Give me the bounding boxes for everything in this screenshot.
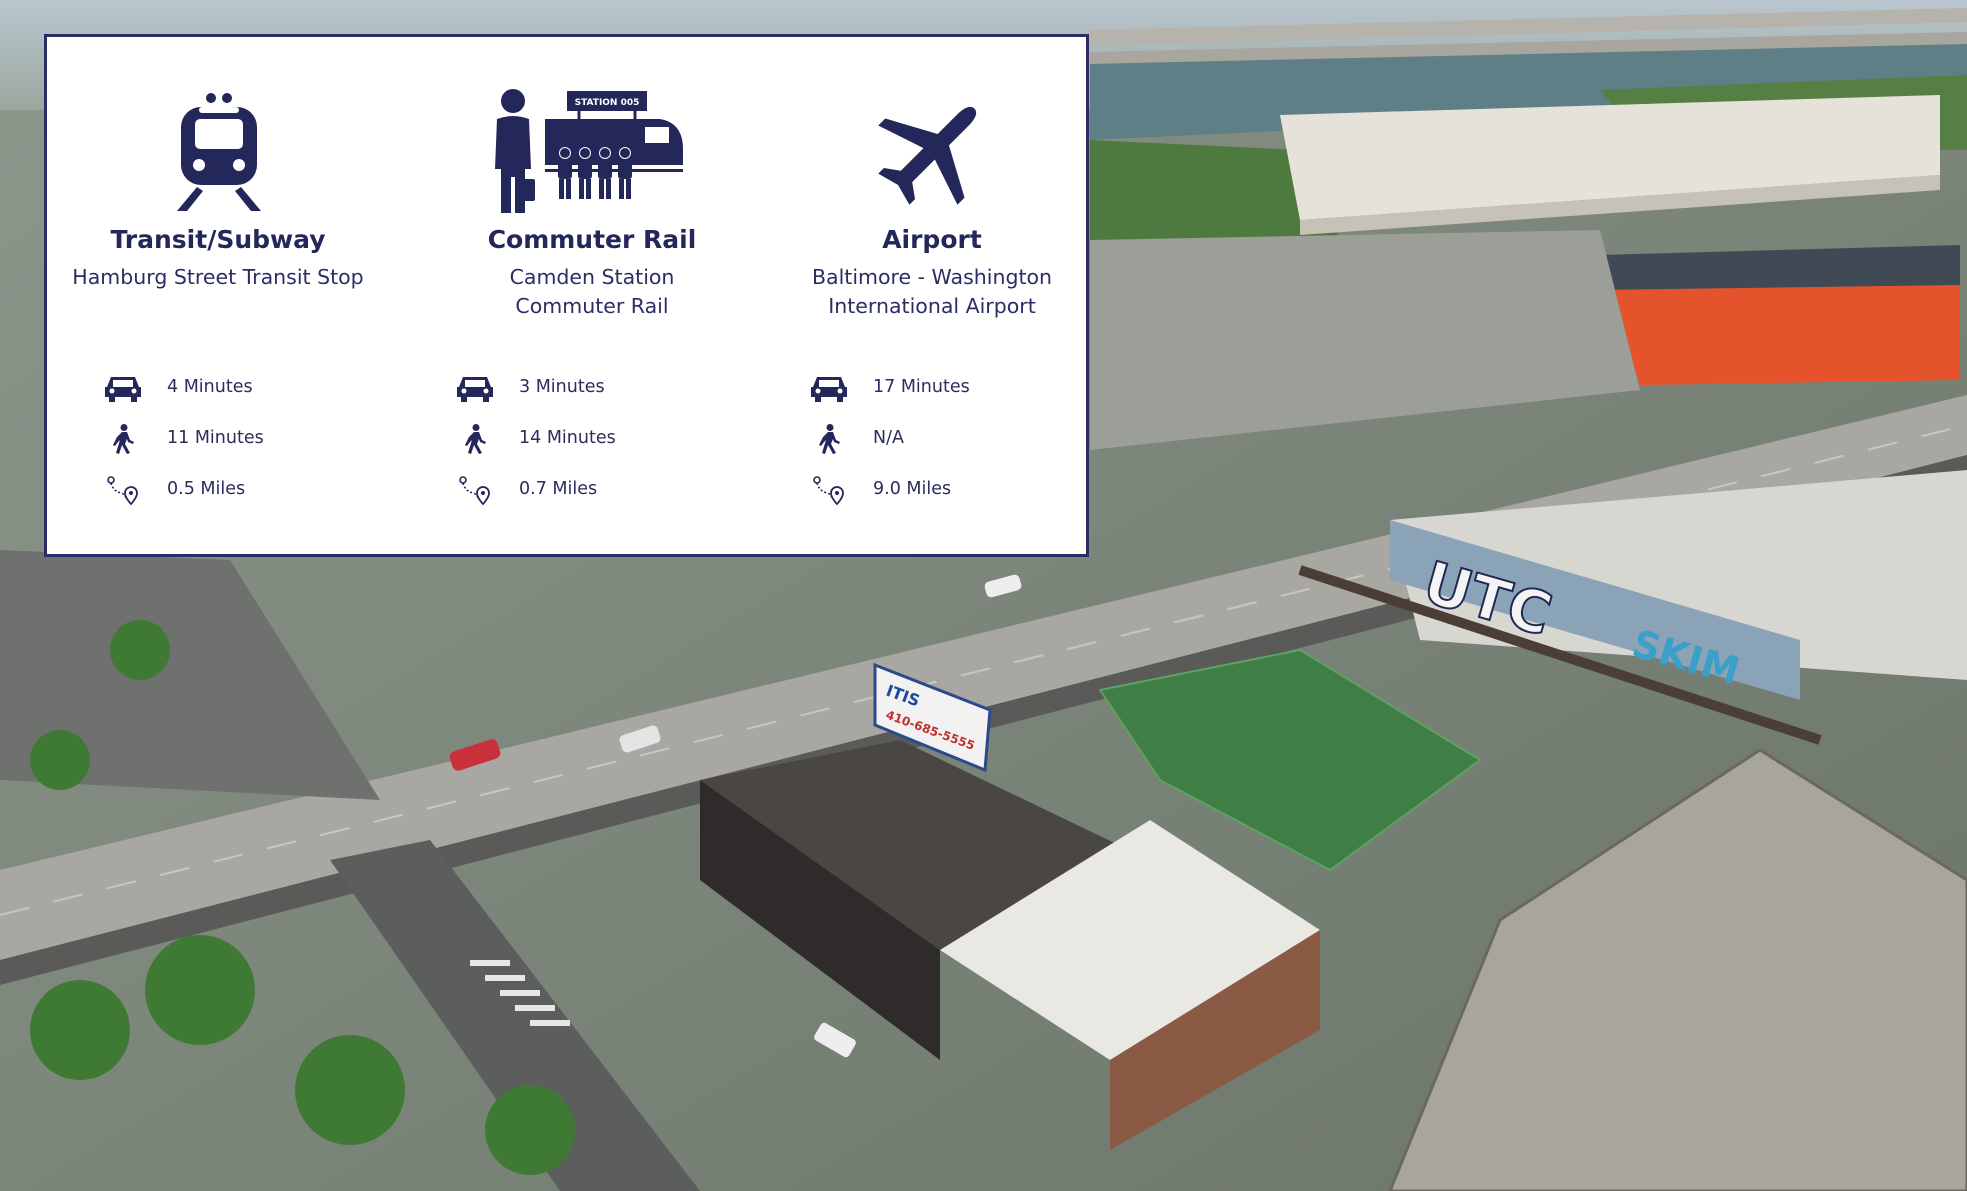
airport-distance: 9.0 Miles	[873, 479, 952, 499]
station-sign-text: STATION 005	[575, 98, 640, 108]
transit-column: Transit/Subway Hamburg Street Transit St…	[53, 37, 383, 554]
transit-title: Transit/Subway	[110, 225, 326, 254]
walking-person-icon	[819, 424, 840, 454]
rail-distance: 0.7 Miles	[519, 479, 598, 499]
airport-title: Airport	[882, 225, 982, 254]
transit-distance: 0.5 Miles	[167, 479, 246, 499]
commuter-rail-subtitle: Camden Station Commuter Rail	[509, 265, 675, 318]
walking-person-icon	[113, 424, 134, 454]
rail-drive-time: 3 Minutes	[519, 377, 605, 397]
rail-walk-time: 14 Minutes	[519, 428, 616, 448]
airport-walk-time: N/A	[873, 428, 904, 448]
airplane-icon	[878, 106, 977, 205]
route-distance-icon	[107, 476, 138, 505]
commuter-rail-column: STATION 005 Commuter Rail Camden Station…	[427, 37, 757, 554]
car-icon	[811, 377, 847, 402]
car-icon	[105, 377, 141, 402]
airport-column: Airport Baltimore - Washington Internati…	[782, 37, 1082, 554]
route-distance-icon	[459, 476, 490, 505]
car-icon	[457, 377, 493, 402]
airport-subtitle: Baltimore - Washington International Air…	[811, 265, 1053, 318]
commuter-rail-station-icon: STATION 005	[495, 89, 683, 213]
transportation-card: Transit/Subway Hamburg Street Transit St…	[44, 34, 1089, 557]
commuter-rail-title: Commuter Rail	[487, 225, 697, 254]
transit-drive-time: 4 Minutes	[167, 377, 253, 397]
walking-person-icon	[465, 424, 486, 454]
airport-drive-time: 17 Minutes	[873, 377, 970, 397]
transit-walk-time: 11 Minutes	[167, 428, 264, 448]
train-front-icon	[177, 93, 261, 211]
route-distance-icon	[813, 476, 844, 505]
transit-subtitle: Hamburg Street Transit Stop	[72, 265, 364, 289]
